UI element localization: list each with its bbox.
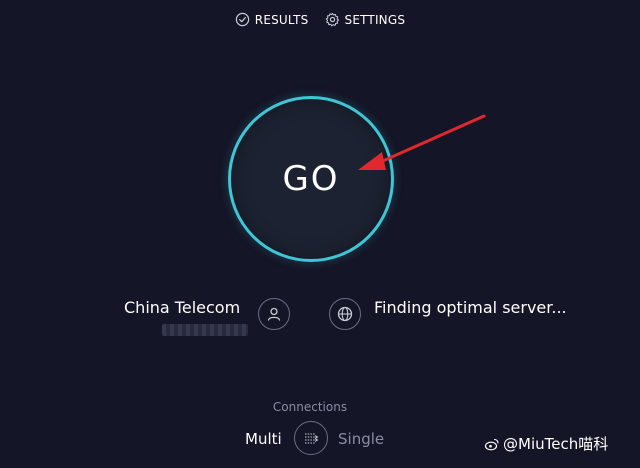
gear-icon <box>325 12 339 27</box>
user-icon <box>267 307 281 321</box>
watermark-text: @MiuTech喵科 <box>503 435 609 453</box>
watermark: @MiuTech喵科 <box>484 433 608 454</box>
globe-button[interactable] <box>329 298 361 330</box>
globe-icon <box>337 306 353 322</box>
check-circle-icon <box>235 12 249 27</box>
settings-label: SETTINGS <box>344 12 406 27</box>
go-label: GO <box>282 159 340 199</box>
connections-icon <box>305 433 319 444</box>
results-label: RESULTS <box>254 12 309 27</box>
connections-toggle[interactable] <box>294 421 328 455</box>
results-nav-item[interactable]: RESULTS <box>235 12 309 27</box>
settings-nav-item[interactable]: SETTINGS <box>325 12 406 27</box>
weibo-icon <box>484 438 499 450</box>
single-option[interactable]: Single <box>338 430 384 448</box>
isp-name: China Telecom <box>124 298 241 317</box>
go-button[interactable]: GO <box>228 96 394 262</box>
user-button[interactable] <box>258 298 290 330</box>
isp-ip-redacted <box>162 324 248 336</box>
top-nav: RESULTS SETTINGS <box>0 12 640 27</box>
connections-title: Connections <box>272 400 348 414</box>
multi-option[interactable]: Multi <box>245 430 282 448</box>
server-status: Finding optimal server... <box>374 298 567 317</box>
